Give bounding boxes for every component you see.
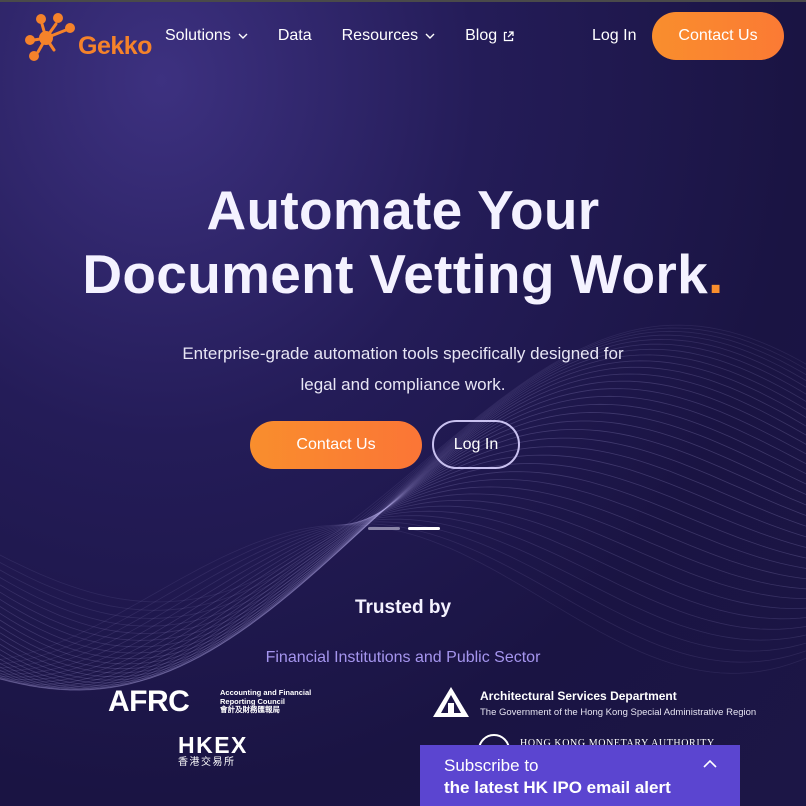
nav-label: Blog <box>465 27 498 44</box>
nav-item-solutions[interactable]: Solutions <box>165 26 248 46</box>
carousel-dot-1[interactable] <box>368 527 400 530</box>
nav-item-blog[interactable]: Blog <box>465 26 514 46</box>
hero-title-dot: . <box>708 243 724 305</box>
afrc-caption-line3: 會計及財務匯報局 <box>220 705 280 714</box>
chevron-down-icon <box>425 33 435 39</box>
carousel-dot-2[interactable] <box>408 527 440 530</box>
chevron-up-icon[interactable] <box>702 758 718 770</box>
nav-label: Resources <box>341 27 419 44</box>
asd-government: The Government of the Hong Kong Special … <box>480 707 757 718</box>
header-contact-button[interactable]: Contact Us <box>652 12 784 60</box>
gekko-logo-icon <box>25 13 75 61</box>
subscribe-line2: the latest HK IPO email alert <box>444 778 671 797</box>
hkex-logo: HKEX 香港交易所 <box>178 733 248 769</box>
hero-contact-button[interactable]: Contact Us <box>250 421 422 469</box>
external-link-icon <box>503 30 514 41</box>
logo-wordmark: Gekko <box>78 32 152 60</box>
hero-subtitle: Enterprise-grade automation tools specif… <box>140 338 666 400</box>
carousel-pager <box>368 527 440 530</box>
hero-subtitle-line1: Enterprise-grade automation tools specif… <box>182 344 624 363</box>
wave-line <box>0 523 806 665</box>
gekko-logo[interactable]: Gekko <box>22 10 152 64</box>
hero-subtitle-line2: legal and compliance work. <box>300 375 506 394</box>
hero-title-line2: Document Vetting Work <box>82 243 709 305</box>
site-header: Gekko Solutions Data Resources Blog Log … <box>0 2 806 68</box>
hkex-sub: 香港交易所 <box>178 757 236 768</box>
afrc-logo: AFRC Accounting and Financial Reporting … <box>108 686 328 718</box>
hero-title-line2-wrap: Document Vetting Work. <box>0 242 806 306</box>
subscribe-line1: Subscribe to <box>444 756 539 775</box>
asd-name: Architectural Services Department <box>480 689 677 703</box>
nav-item-data[interactable]: Data <box>278 26 312 46</box>
afrc-mark: AFRC <box>108 685 190 718</box>
header-login-link[interactable]: Log In <box>592 27 636 45</box>
hero-login-button[interactable]: Log In <box>432 420 520 469</box>
chevron-down-icon <box>238 33 248 39</box>
asd-logo: Architectural Services Department The Go… <box>432 686 762 720</box>
afrc-caption: Accounting and Financial Reporting Counc… <box>220 688 311 715</box>
nav-label: Data <box>277 27 312 44</box>
nav-label: Solutions <box>165 27 231 44</box>
trusted-sector: Financial Institutions and Public Sector <box>265 649 541 666</box>
main-nav: Solutions Data Resources Blog <box>165 26 544 46</box>
asd-emblem-icon <box>433 687 469 717</box>
hkex-mark: HKEX <box>178 732 248 758</box>
wave-line <box>0 373 806 670</box>
wave-line <box>0 521 806 669</box>
subscribe-popup[interactable]: Subscribe to the latest HK IPO email ale… <box>420 745 740 806</box>
hero-title: Automate Your Document Vetting Work. <box>0 178 806 306</box>
nav-item-resources[interactable]: Resources <box>342 26 435 46</box>
wave-line <box>0 366 806 665</box>
trusted-heading: Trusted by <box>354 597 452 618</box>
hero-title-line1: Automate Your <box>206 179 600 241</box>
